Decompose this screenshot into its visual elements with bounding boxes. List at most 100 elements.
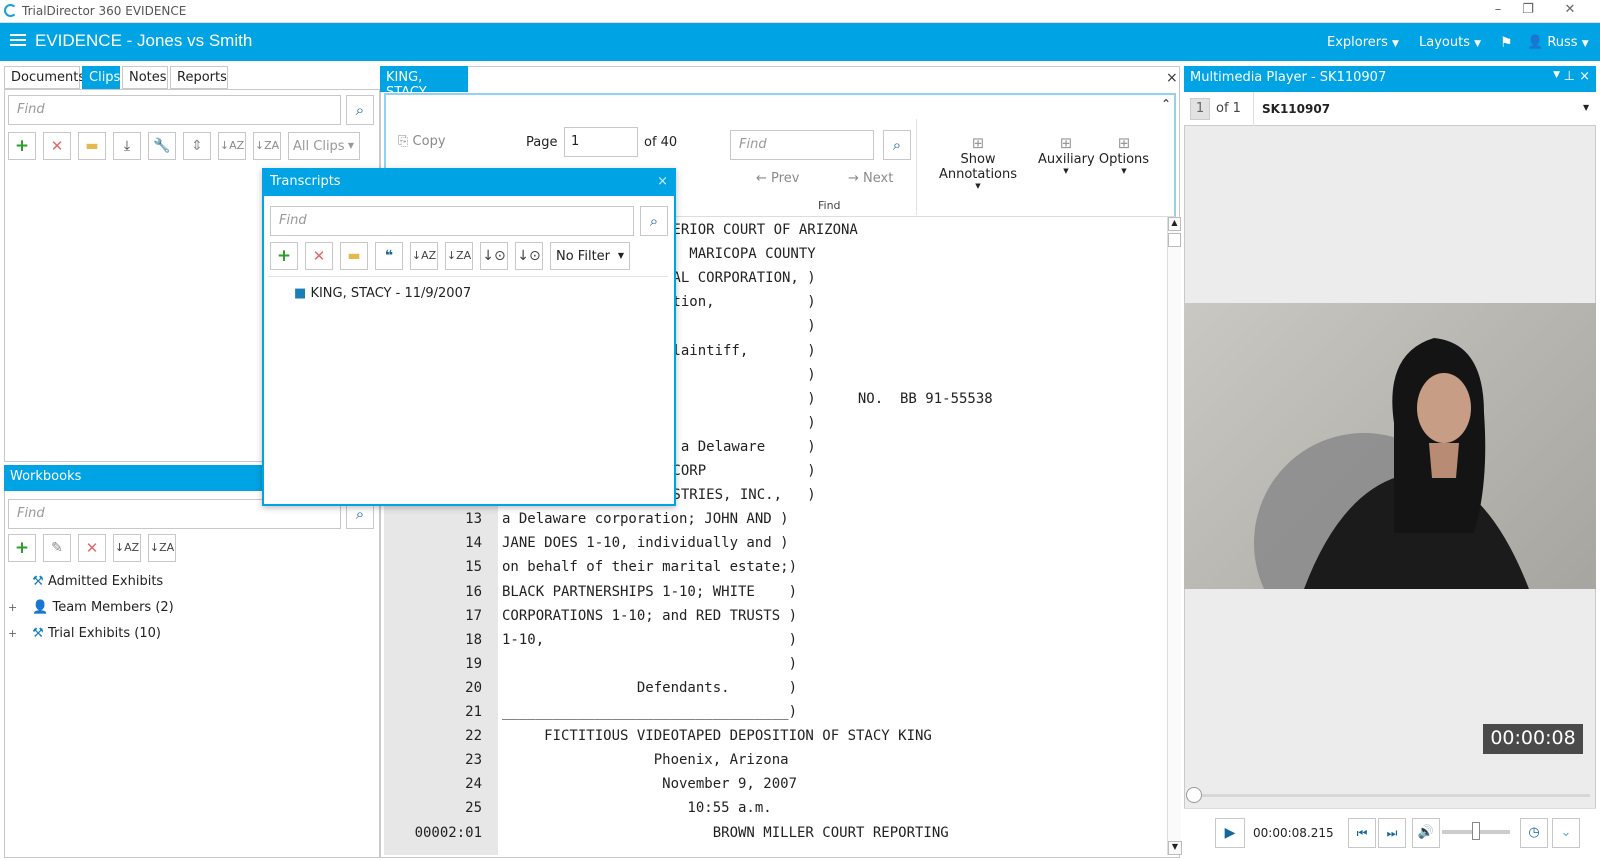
close-window-button[interactable]: ✕ bbox=[1555, 2, 1585, 20]
tab-reports[interactable]: Reports bbox=[170, 66, 228, 89]
transcripts-filter-select[interactable]: No Filter ▼ bbox=[550, 242, 630, 270]
window-title: TrialDirector 360 EVIDENCE bbox=[22, 4, 187, 18]
hamburger-menu-icon[interactable] bbox=[10, 34, 26, 46]
skip-forward-icon[interactable]: ⏭ bbox=[1378, 818, 1406, 848]
tree-item-team-members[interactable]: + 👤 Team Members (2) bbox=[8, 600, 174, 615]
delete-icon[interactable]: ✕ bbox=[78, 534, 106, 562]
line-number: 17 bbox=[465, 607, 482, 624]
explorers-menu[interactable]: Explorers ▼ bbox=[1327, 35, 1399, 50]
clip-select[interactable]: SK110907 bbox=[1262, 102, 1330, 116]
edit-icon[interactable]: ✎ bbox=[43, 534, 71, 562]
tab-clips[interactable]: Clips bbox=[82, 66, 120, 89]
pin-icon[interactable]: ⊥ bbox=[1564, 69, 1575, 84]
wrench-icon[interactable]: 🔧 bbox=[148, 132, 176, 160]
window-titlebar: TrialDirector 360 EVIDENCE – ❐ ✕ bbox=[0, 0, 1600, 23]
scroll-down-icon[interactable]: ▼ bbox=[1168, 841, 1182, 855]
tree-item-admitted-exhibits[interactable]: ⚒ Admitted Exhibits bbox=[8, 574, 163, 589]
next-label: Next bbox=[863, 171, 894, 186]
user-name: Russ bbox=[1547, 35, 1578, 50]
transcripts-dialog: Transcripts × Find ⌕ + ✕ ▬ ❝ ↓AZ ↓ZA ↓⊙ … bbox=[262, 168, 676, 506]
auxiliary-button[interactable]: ⊞ Auxiliary ▼ bbox=[1038, 134, 1095, 175]
viewer-search-input[interactable]: Find bbox=[730, 130, 874, 160]
delete-icon[interactable]: ✕ bbox=[43, 132, 71, 160]
transcript-scrollbar[interactable]: ▲ ▼ bbox=[1167, 217, 1182, 855]
user-menu[interactable]: 👤 Russ ▼ bbox=[1527, 35, 1589, 50]
line-text: __________________________________) bbox=[502, 704, 798, 720]
tree-item-label: Trial Exhibits (10) bbox=[47, 626, 161, 641]
scroll-thumb[interactable] bbox=[1168, 233, 1181, 247]
add-icon[interactable]: + bbox=[8, 534, 36, 562]
delete-icon[interactable]: ✕ bbox=[305, 242, 333, 270]
transcripts-search-input[interactable]: Find bbox=[270, 206, 634, 236]
video-image bbox=[1254, 338, 1529, 589]
sort-time-desc-icon[interactable]: ↓⊙ bbox=[515, 242, 543, 270]
app-logo-icon bbox=[4, 4, 17, 17]
line-text: 1-10, ) bbox=[502, 631, 798, 648]
quote-icon[interactable]: ❝ bbox=[375, 242, 403, 270]
sort-icon[interactable]: ⇕ bbox=[183, 132, 211, 160]
page-number-input[interactable]: 1 bbox=[564, 127, 638, 157]
minimize-button[interactable]: – bbox=[1483, 2, 1513, 20]
search-icon[interactable]: ⌕ bbox=[640, 206, 668, 236]
prev-button[interactable]: ← Prev bbox=[756, 171, 799, 186]
add-icon[interactable]: + bbox=[270, 242, 298, 270]
restore-button[interactable]: ❐ bbox=[1513, 2, 1543, 20]
play-icon[interactable]: ▶ bbox=[1215, 818, 1245, 848]
folder-icon[interactable]: ▬ bbox=[78, 132, 106, 160]
volume-icon[interactable]: 🔊 bbox=[1412, 818, 1440, 848]
app-header: EVIDENCE - Jones vs Smith Explorers ▼ La… bbox=[0, 23, 1600, 61]
seek-thumb[interactable] bbox=[1186, 787, 1202, 803]
sort-za-icon[interactable]: ↓ZA bbox=[148, 534, 176, 562]
close-player-icon[interactable]: × bbox=[1579, 69, 1590, 84]
gavel-icon: ⚒ bbox=[32, 574, 44, 589]
sort-az-icon[interactable]: ↓AZ bbox=[218, 132, 246, 160]
flag-icon[interactable]: ⚑ bbox=[1500, 35, 1513, 51]
search-icon[interactable]: ⌕ bbox=[346, 95, 374, 125]
line-number: 20 bbox=[465, 679, 482, 696]
sort-time-asc-icon[interactable]: ↓⊙ bbox=[480, 242, 508, 270]
chevron-up-icon[interactable]: ⌃ bbox=[1161, 97, 1171, 111]
sort-za-icon[interactable]: ↓ZA bbox=[253, 132, 281, 160]
volume-thumb[interactable] bbox=[1472, 822, 1480, 840]
expand-toggle[interactable]: + bbox=[8, 601, 20, 614]
transcript-list-item[interactable]: ■ KING, STACY - 11/9/2007 bbox=[294, 286, 471, 301]
seek-bar[interactable] bbox=[1190, 794, 1590, 797]
add-icon[interactable]: + bbox=[8, 132, 36, 160]
search-icon[interactable]: ⌕ bbox=[883, 130, 911, 160]
close-viewer-icon[interactable]: × bbox=[1166, 70, 1178, 86]
chevron-down-icon[interactable]: ⌄ bbox=[1552, 818, 1580, 848]
sort-az-icon[interactable]: ↓AZ bbox=[410, 242, 438, 270]
tab-documents[interactable]: Documents bbox=[4, 66, 85, 89]
line-text: November 9, 2007 bbox=[502, 776, 798, 793]
clips-filter-select[interactable]: All Clips ▼ bbox=[288, 132, 360, 160]
expand-toggle[interactable]: + bbox=[8, 627, 20, 640]
tree-item-trial-exhibits[interactable]: + ⚒ Trial Exhibits (10) bbox=[8, 626, 161, 641]
caret-down-icon[interactable]: ▼ bbox=[1553, 70, 1560, 80]
find-group-label: Find bbox=[818, 199, 841, 212]
line-text: PERIOR COURT OF ARIZONA bbox=[664, 222, 858, 238]
sort-za-icon[interactable]: ↓ZA bbox=[445, 242, 473, 270]
tab-notes[interactable]: Notes bbox=[122, 66, 168, 89]
next-button[interactable]: → Next bbox=[848, 171, 893, 186]
line-number: 19 bbox=[465, 655, 482, 672]
folder-icon[interactable]: ▬ bbox=[340, 242, 368, 270]
skip-back-icon[interactable]: ⏮ bbox=[1348, 818, 1376, 848]
clips-search-input[interactable]: Find bbox=[8, 95, 341, 125]
user-icon: 👤 bbox=[1527, 35, 1544, 50]
sort-az-icon[interactable]: ↓AZ bbox=[113, 534, 141, 562]
close-dialog-icon[interactable]: × bbox=[657, 174, 668, 189]
download-icon[interactable]: ⤓ bbox=[113, 132, 141, 160]
transcript-line: 20 Defendants. ) bbox=[384, 680, 1164, 704]
copy-button[interactable]: ⎘ Copy bbox=[398, 134, 446, 149]
clock-icon[interactable]: ◷ bbox=[1520, 818, 1548, 848]
caret-down-icon[interactable]: ▼ bbox=[1583, 103, 1589, 112]
viewer-tab[interactable]: KING, STACY bbox=[380, 66, 468, 100]
scroll-up-icon[interactable]: ▲ bbox=[1168, 217, 1181, 231]
options-button[interactable]: ⊞ Options ▼ bbox=[1096, 134, 1152, 175]
arrow-left-icon: ← bbox=[756, 171, 767, 186]
video-frame[interactable] bbox=[1184, 303, 1596, 589]
line-text: -CORP ) bbox=[664, 463, 816, 479]
clip-index[interactable]: 1 bbox=[1190, 98, 1210, 120]
layouts-menu[interactable]: Layouts ▼ bbox=[1419, 35, 1481, 50]
show-annotations-button[interactable]: ⊞ Show Annotations ▼ bbox=[920, 134, 1036, 190]
